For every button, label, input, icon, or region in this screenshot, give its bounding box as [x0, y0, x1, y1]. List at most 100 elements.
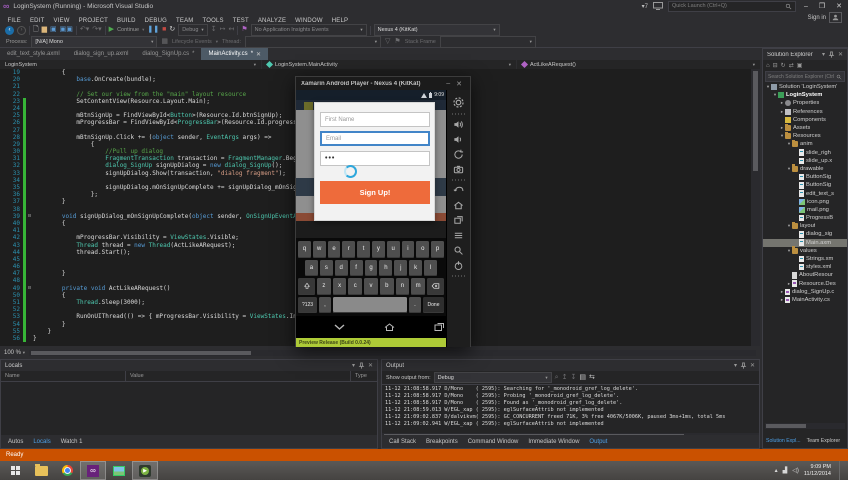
tree-item[interactable]: edit_text_s — [763, 189, 847, 197]
close-button[interactable]: ✕ — [833, 2, 845, 10]
navigate-forward-icon[interactable]: › — [17, 25, 26, 35]
tree-item[interactable]: Strings.xm — [763, 255, 847, 263]
redo-icon[interactable]: ↷▾ — [92, 26, 101, 34]
key-g[interactable]: g — [364, 259, 378, 276]
thread-dropdown[interactable]: ▾ — [245, 36, 382, 48]
tree-item[interactable]: ▸ Assets — [763, 123, 847, 132]
key-l[interactable]: l — [424, 259, 438, 276]
locals-tab[interactable]: Locals — [28, 439, 55, 445]
next-message-icon[interactable]: ↧ — [570, 374, 576, 382]
camera-icon[interactable] — [453, 164, 464, 175]
key-d[interactable]: d — [334, 259, 348, 276]
output-source-dropdown[interactable]: Debug ▾ — [433, 372, 552, 383]
home-icon[interactable]: ⌂ — [766, 63, 770, 69]
key-m[interactable]: m — [411, 278, 426, 295]
start-button[interactable] — [2, 461, 28, 480]
tree-item[interactable]: ButtonSig — [763, 173, 847, 181]
key-t[interactable]: t — [357, 241, 370, 258]
step-out-icon[interactable]: ↤ — [228, 26, 234, 34]
backspace-key[interactable] — [427, 278, 445, 295]
continue-label[interactable]: Continue — [117, 27, 139, 33]
show-all-files-icon[interactable]: ▣ — [797, 62, 803, 69]
key-k[interactable]: k — [409, 259, 423, 276]
key-h[interactable]: h — [379, 259, 393, 276]
continue-icon[interactable]: ▶ — [109, 26, 114, 34]
output-tab[interactable]: Breakpoints — [421, 439, 463, 445]
member-dropdown[interactable]: ActLikeARequest() ▾ — [517, 60, 760, 69]
key-c[interactable]: c — [348, 278, 363, 295]
solution-config-dropdown[interactable]: Debug ▾ — [178, 24, 208, 36]
output-tab[interactable]: Immediate Window — [523, 439, 584, 445]
document-tab[interactable]: dialog_SignUp.cs * — [135, 48, 201, 60]
key-p[interactable]: p — [431, 241, 444, 258]
sign-in-button[interactable]: Sign in — [808, 12, 848, 23]
period-key[interactable]: . — [409, 296, 421, 313]
notifications-badge[interactable]: ▾7 — [642, 3, 648, 10]
undo-icon[interactable]: ↶▾ — [80, 26, 89, 34]
tree-item[interactable]: Components — [763, 116, 847, 124]
key-a[interactable]: a — [305, 259, 318, 276]
tree-item[interactable]: ▸ Resource.Des — [763, 280, 847, 288]
visual-studio-button[interactable]: ∞ — [80, 461, 106, 480]
filter-icon[interactable]: ▽ — [385, 38, 390, 46]
emulator-close-button[interactable]: ✕ — [453, 80, 465, 88]
tree-item[interactable]: styles.xml — [763, 263, 847, 271]
close-panel-icon[interactable]: ✕ — [750, 362, 755, 369]
column-type[interactable]: Type — [351, 371, 377, 381]
search-icon[interactable] — [453, 245, 464, 256]
refresh-icon[interactable]: ⇄ — [789, 62, 794, 69]
key-n[interactable]: n — [395, 278, 410, 295]
close-panel-icon[interactable]: ✕ — [368, 362, 373, 369]
comma-key[interactable]: , — [319, 296, 331, 313]
tree-item[interactable]: ProgressB — [763, 214, 847, 222]
pin-icon[interactable] — [828, 51, 835, 58]
solution-search-input[interactable]: Search Solution Explorer (Ctrl+;) — [765, 71, 845, 82]
fold-marker[interactable]: ⊟ — [26, 213, 33, 220]
hide-keyboard-icon[interactable] — [333, 323, 346, 331]
window-position-icon[interactable]: ▾ — [822, 51, 825, 58]
signup-button[interactable]: Sign Up! — [320, 181, 430, 204]
tree-item[interactable]: ▸ MainActivity.cs — [763, 296, 847, 304]
tree-item[interactable]: ▾ LoginSystem — [763, 91, 847, 99]
tree-horizontal-scrollbar[interactable] — [765, 423, 845, 429]
restart-icon[interactable]: ↻ — [169, 26, 175, 34]
restore-button[interactable]: ❒ — [816, 2, 828, 10]
tree-item[interactable]: ▾ values — [763, 246, 847, 255]
key-s[interactable]: s — [319, 259, 333, 276]
menu-icon[interactable] — [453, 230, 464, 241]
tree-item[interactable]: ▸ Properties — [763, 99, 847, 107]
volume-down-icon[interactable] — [453, 134, 464, 145]
fold-marker[interactable]: ⊟ — [26, 285, 33, 292]
document-tab[interactable]: dialog_sign_up.axml — [67, 48, 136, 60]
pin-icon[interactable] — [740, 362, 747, 369]
taskbar-clock[interactable]: 9:09 PM 11/12/2014 — [804, 464, 834, 478]
home-icon[interactable] — [453, 200, 464, 211]
new-file-icon[interactable]: 🗋 — [33, 26, 39, 34]
type-dropdown[interactable]: LoginSystem.MainActivity ▾ — [262, 60, 517, 69]
column-value[interactable]: Value — [126, 371, 351, 381]
output-tab[interactable]: Output — [584, 439, 612, 445]
application-insights-icon[interactable]: ⚑ — [241, 26, 247, 34]
tree-item[interactable]: ▾ anim — [763, 139, 847, 148]
output-tab[interactable]: Command Window — [463, 439, 524, 445]
recent-apps-icon[interactable] — [433, 322, 445, 332]
process-dropdown[interactable]: [N/A] Mono ▾ — [31, 36, 158, 48]
chrome-button[interactable] — [54, 461, 80, 480]
xamarin-player-button[interactable]: ▶ — [132, 461, 158, 480]
tree-item[interactable]: ▾ drawable — [763, 164, 847, 173]
step-into-icon[interactable]: ↧ — [211, 26, 217, 34]
locals-tab[interactable]: Autos — [3, 439, 28, 445]
sync-icon[interactable]: ↻ — [781, 62, 786, 69]
device-dropdown[interactable]: Nexus 4 (KitKat) ▾ — [373, 24, 500, 36]
symbols-key[interactable]: ?123 — [298, 296, 317, 313]
volume-up-icon[interactable] — [453, 119, 464, 130]
close-panel-icon[interactable]: ✕ — [838, 51, 843, 58]
editor-vertical-scrollbar[interactable] — [751, 69, 760, 346]
key-o[interactable]: o — [416, 241, 430, 258]
email-field[interactable]: Email — [320, 131, 430, 146]
hidden-icons-chevron[interactable]: ▴ — [775, 467, 778, 474]
project-dropdown[interactable]: LoginSystem ▾ — [0, 60, 262, 69]
stop-icon[interactable]: ■ — [162, 26, 166, 34]
quick-launch-input[interactable]: Quick Launch (Ctrl+Q) — [667, 0, 796, 12]
window-position-icon[interactable]: ▾ — [352, 362, 355, 369]
